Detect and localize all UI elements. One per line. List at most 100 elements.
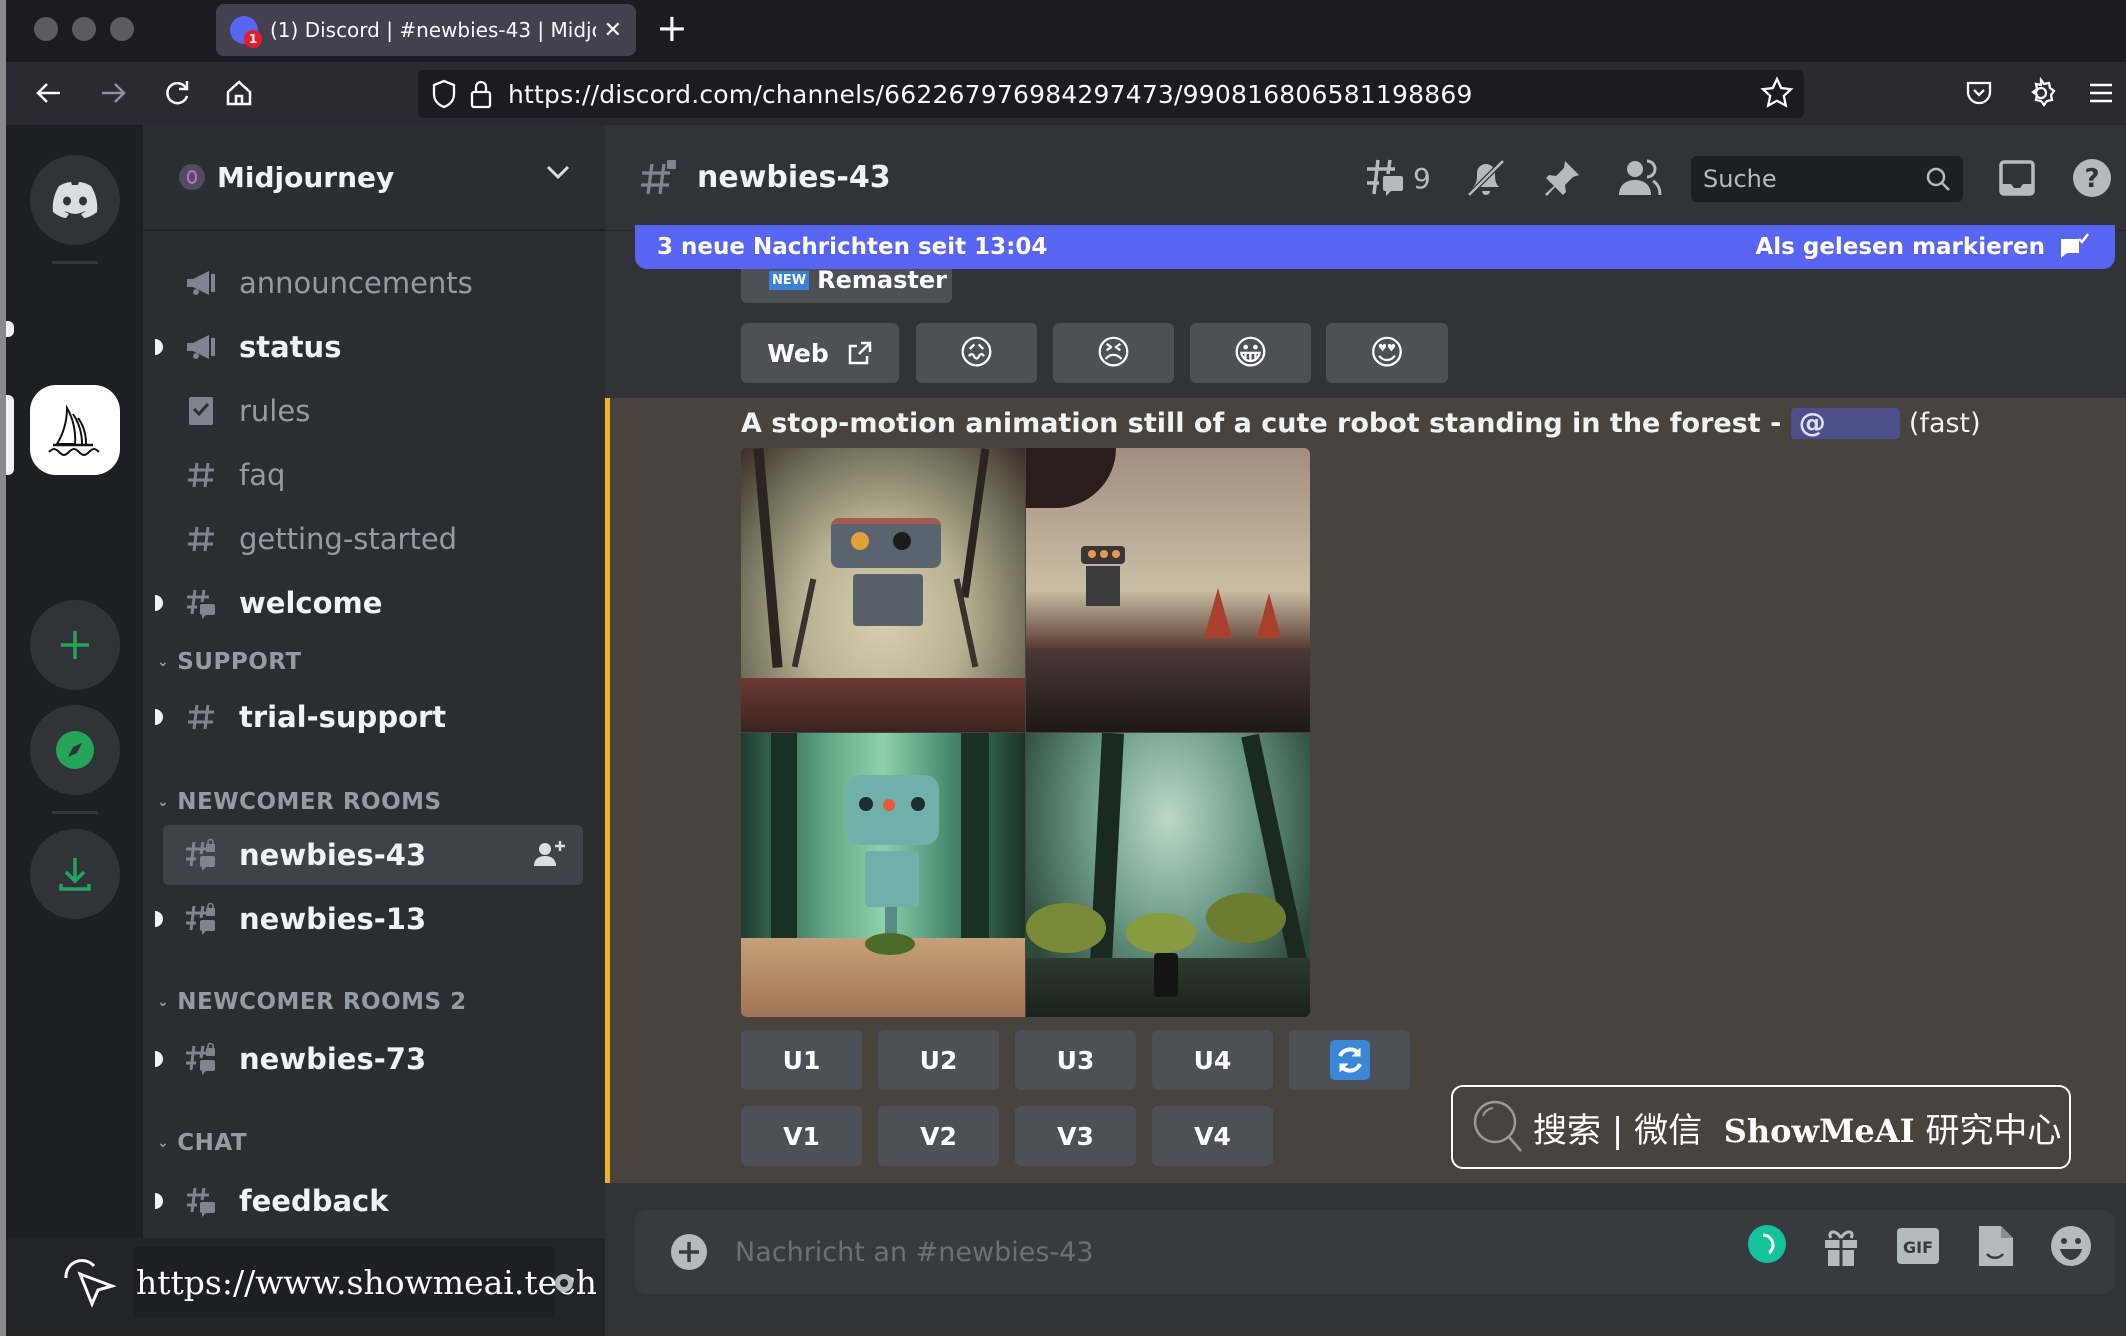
upscale-button-1[interactable]: U1 [741,1030,862,1090]
pinned-messages-button[interactable] [1541,151,1583,205]
window-minimize-button[interactable] [72,17,96,41]
variation-button-2[interactable]: V2 [878,1106,999,1166]
address-bar[interactable]: https://discord.com/channels/66226797698… [418,70,1804,118]
mark-as-read-button[interactable]: Als gelesen markieren [1755,233,2089,261]
channel-faq[interactable]: faq [163,445,583,505]
gift-icon[interactable] [1821,1224,1861,1268]
threads-button[interactable]: 9 [1365,151,1431,205]
tab-bar: 1 (1) Discord | #newbies-43 | Midjourney… [6,0,2126,62]
chevron-down-icon: ⌄ [157,654,170,670]
magnifier-icon [1473,1100,1522,1152]
window-maximize-button[interactable] [110,17,134,41]
channel-feedback[interactable]: feedback [155,1171,583,1231]
browser-tab[interactable]: 1 (1) Discord | #newbies-43 | Midjourney… [216,4,636,56]
help-button[interactable]: ? [2071,151,2113,205]
reload-icon [166,81,189,105]
generated-image-4[interactable] [1026,733,1310,1017]
variation-button-4[interactable]: V4 [1152,1106,1273,1166]
pocket-button[interactable] [1958,72,2000,114]
emoji-picker-icon[interactable] [2049,1224,2093,1268]
guild-boost-icon [179,164,205,190]
inbox-button[interactable] [1997,151,2037,205]
variation-button-1[interactable]: V1 [741,1106,862,1166]
add-server-button[interactable] [30,600,120,690]
back-button[interactable] [28,72,70,114]
unread-indicator [155,1193,163,1209]
settings-button[interactable] [2020,72,2062,114]
tab-close-icon[interactable]: ✕ [604,18,622,43]
hash-icon [183,699,219,735]
gear-icon[interactable] [554,1268,580,1298]
category-support[interactable]: ⌄ SUPPORT [157,647,302,677]
channel-welcome[interactable]: welcome [155,573,583,633]
explore-servers-button[interactable] [30,705,120,795]
menu-button[interactable] [2080,72,2122,114]
upscale-button-2[interactable]: U2 [878,1030,999,1090]
user-mention[interactable]: @ [1790,408,1900,439]
arrow-left-icon [36,83,60,103]
search-input[interactable]: Suche [1691,156,1963,202]
variation-button-3[interactable]: V3 [1015,1106,1136,1166]
invite-member-icon[interactable] [533,839,565,869]
chat-area: newbies-43 9 Suche ? 3 neue Nachrichten … [605,125,2126,1336]
gif-icon[interactable]: GIF [1895,1224,1941,1268]
new-messages-banner[interactable]: 3 neue Nachrichten seit 13:04 Als gelese… [635,225,2115,269]
new-tab-button[interactable]: + [656,6,688,50]
help-icon: ? [2073,159,2111,197]
unread-indicator [155,595,163,611]
reaction-button-4[interactable]: 😍 [1326,323,1448,383]
channel-newbies-43[interactable]: newbies-43 [163,825,583,885]
compass-icon [56,731,94,769]
upscale-button-4[interactable]: U4 [1152,1030,1273,1090]
channel-newbies-73[interactable]: newbies-73 [155,1029,583,1089]
refresh-icon [1329,1040,1370,1080]
watermark-link[interactable]: https://www.showmeai.tech [134,1247,597,1317]
window-close-button[interactable] [34,17,58,41]
server-home[interactable] [30,155,120,245]
reaction-button-1[interactable]: 😖 [916,323,1037,383]
rail-separator [52,261,98,264]
search-icon [1926,167,1950,191]
reaction-button-2[interactable]: 😣 [1053,323,1174,383]
member-list-button[interactable] [1617,151,1663,205]
grammarly-icon[interactable] [1747,1224,1787,1268]
reroll-button[interactable] [1289,1030,1410,1090]
web-link-button[interactable]: Web [741,323,899,383]
notification-settings-button[interactable] [1465,151,1507,205]
guild-header[interactable]: Midjourney [143,125,605,231]
reload-button[interactable] [156,72,198,114]
generated-image-1[interactable] [741,448,1025,732]
gear-icon [2031,77,2056,107]
category-chat[interactable]: ⌄ CHAT [157,1128,247,1158]
forward-button[interactable] [92,72,134,114]
home-icon [226,80,252,106]
home-button[interactable] [218,72,260,114]
chevron-down-icon: ⌄ [157,994,170,1010]
channel-newbies-13[interactable]: newbies-13 [155,889,583,949]
reaction-button-3[interactable]: 😀 [1190,323,1311,383]
category-newcomer-rooms[interactable]: ⌄ NEWCOMER ROOMS [157,787,442,817]
generated-image-3[interactable] [741,733,1025,1017]
channel-announcements[interactable]: announcements [163,253,583,313]
message-composer[interactable]: Nachricht an #newbies-43 GIF [635,1210,2115,1294]
generated-image-2[interactable] [1026,448,1310,732]
server-midjourney[interactable] [30,385,120,475]
plus-icon [61,631,89,659]
channel-getting-started[interactable]: getting-started [163,509,583,569]
sticker-icon[interactable] [1975,1224,2015,1268]
channel-rules[interactable]: rules [163,381,583,441]
upscale-button-3[interactable]: U3 [1015,1030,1136,1090]
image-grid[interactable] [741,448,1310,1017]
download-apps-button[interactable] [30,829,120,919]
message-input[interactable]: Nachricht an #newbies-43 [735,1237,1094,1268]
chevron-down-icon: ⌄ [157,794,170,810]
url-text[interactable]: https://discord.com/channels/66226797698… [508,80,1473,109]
bookmark-star-icon[interactable] [1760,76,1794,110]
attach-plus-icon[interactable] [669,1232,709,1272]
browser-window: 1 (1) Discord | #newbies-43 | Midjourney… [0,0,2126,1336]
channel-trial-support[interactable]: trial-support [155,687,583,747]
locked-thread-hash-icon [183,901,219,937]
channel-status[interactable]: status [155,317,583,377]
cursor-click-icon [64,1259,117,1308]
category-newcomer-rooms-2[interactable]: ⌄ NEWCOMER ROOMS 2 [157,987,467,1017]
